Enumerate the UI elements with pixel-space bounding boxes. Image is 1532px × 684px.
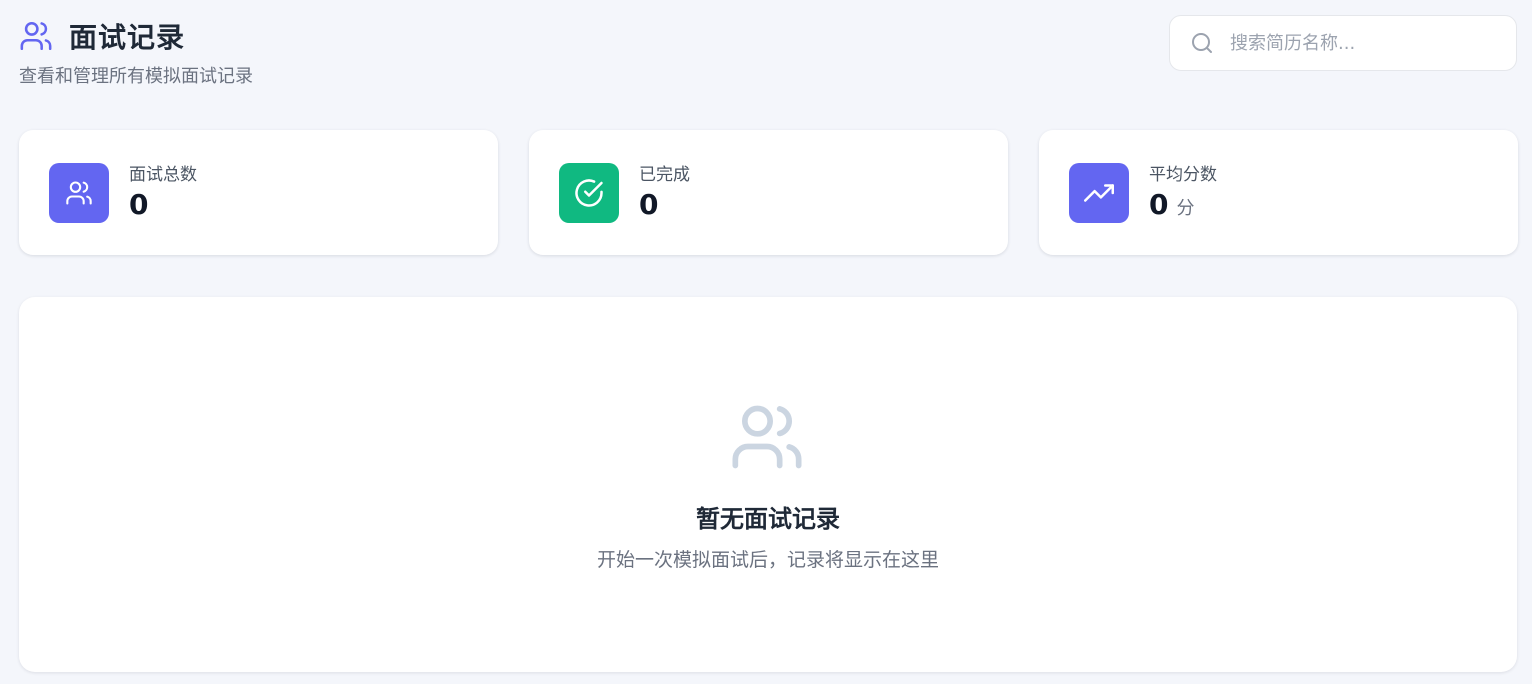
stat-card-completed: 已完成 0 — [529, 130, 1008, 255]
stat-label: 平均分数 — [1149, 164, 1217, 185]
stat-value: 0 — [129, 187, 149, 221]
empty-state-description: 开始一次模拟面试后，记录将显示在这里 — [596, 549, 939, 571]
search-input[interactable] — [1230, 32, 1510, 54]
users-icon — [727, 399, 807, 475]
stat-value: 0 — [1149, 187, 1169, 221]
stat-card-total: 面试总数 0 — [19, 130, 498, 255]
stat-label: 面试总数 — [129, 164, 197, 185]
empty-state-panel: 暂无面试记录 开始一次模拟面试后，记录将显示在这里 — [19, 297, 1517, 672]
page-subtitle: 查看和管理所有模拟面试记录 — [19, 66, 253, 87]
stat-value: 0 — [639, 187, 659, 221]
empty-state-title: 暂无面试记录 — [696, 505, 840, 533]
users-icon — [49, 162, 109, 223]
search-icon — [1190, 31, 1214, 55]
search-box[interactable] — [1169, 15, 1517, 71]
stat-card-average: 平均分数 0 分 — [1039, 130, 1518, 255]
page-title: 面试记录 — [69, 21, 186, 54]
title-row: 面试记录 — [19, 14, 253, 58]
check-circle-icon — [559, 162, 619, 223]
stat-unit: 分 — [1176, 197, 1195, 219]
page-header: 面试记录 查看和管理所有模拟面试记录 — [19, 14, 253, 88]
stat-label: 已完成 — [639, 164, 690, 185]
trending-up-icon — [1069, 162, 1129, 223]
users-icon — [19, 19, 53, 53]
